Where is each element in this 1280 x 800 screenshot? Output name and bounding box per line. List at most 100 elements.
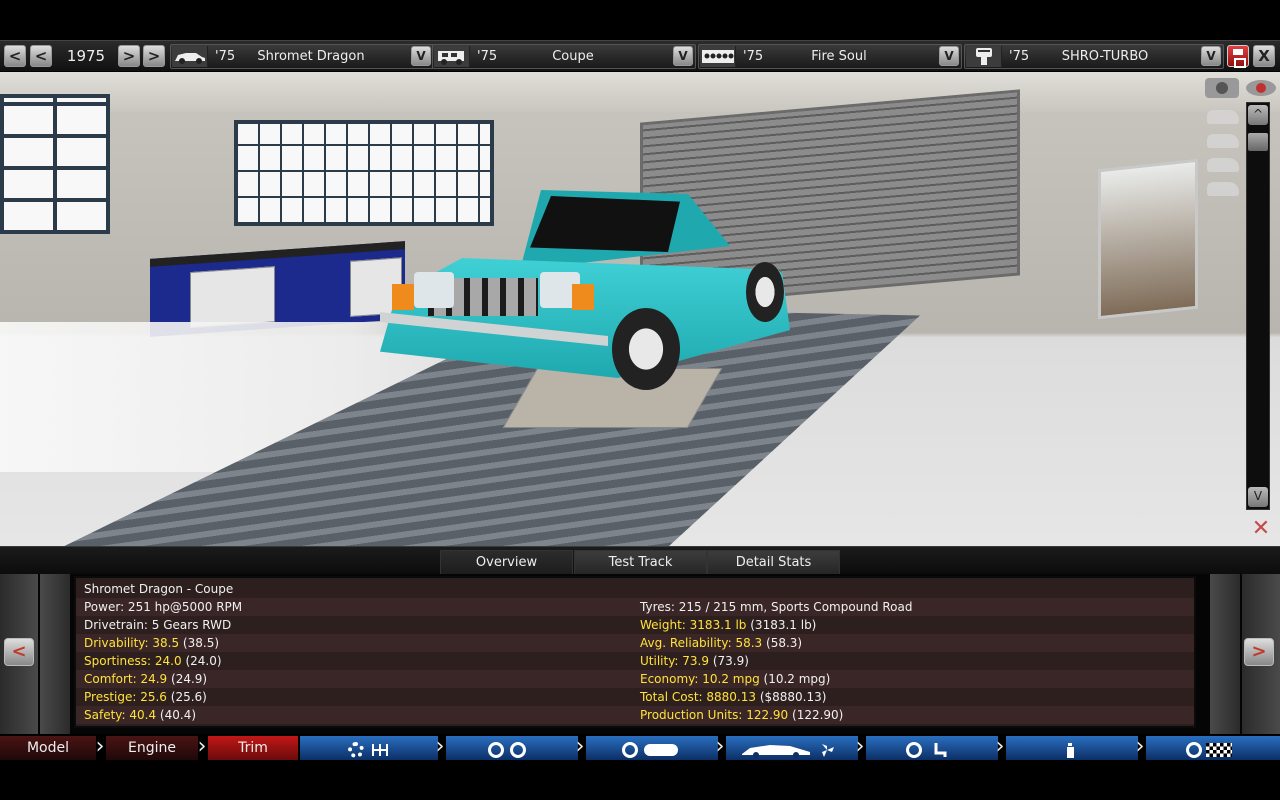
year-prev-far-button[interactable]: <	[4, 45, 26, 67]
step-chassis[interactable]	[586, 736, 718, 760]
engine-dropdown-button[interactable]: V	[939, 46, 959, 66]
steering-wheel-icon	[906, 742, 922, 758]
gauge-icon	[1186, 742, 1202, 758]
stat-economy: Economy: 10.2 mpg (10.2 mpg)	[640, 672, 831, 686]
car-3d-viewport[interactable]: ^ V ✕	[0, 72, 1280, 546]
tab-detail-stats[interactable]: Detail Stats	[707, 550, 840, 574]
stats-row: Power: 251 hp@5000 RPM Tyres: 215 / 215 …	[76, 598, 1194, 616]
stat-weight: Weight: 3183.1 lb (3183.1 lb)	[640, 618, 817, 632]
engine-selector[interactable]: '75 Fire Soul V	[698, 44, 962, 69]
gearshift-icon	[372, 744, 388, 756]
body-selector[interactable]: '75 Coupe V	[432, 44, 696, 69]
panel-side-left-inner	[40, 574, 70, 734]
garage-window-left	[0, 94, 110, 234]
reset-view-icon[interactable]: ✕	[1248, 516, 1274, 542]
scroll-thumb[interactable]	[1248, 133, 1268, 151]
step-trim[interactable]: Trim	[208, 736, 298, 760]
stats-row: Sportiness: 24.0 (24.0) Utility: 73.9 (7…	[76, 652, 1194, 670]
car-title: Shromet Dragon - Coupe	[84, 582, 234, 596]
design-steps-nav: Model › Engine › Trim › › › › › ›	[0, 734, 1280, 762]
step-gearbox[interactable]	[300, 736, 438, 760]
stats-row: Shromet Dragon - Coupe	[76, 580, 1194, 598]
car-indicator-right	[572, 284, 594, 310]
engine-block-icon	[700, 46, 736, 67]
garage-ceiling	[0, 72, 1280, 112]
garage-side-door	[1098, 158, 1198, 320]
step-suspension[interactable]	[446, 736, 578, 760]
car-silhouette-icon	[742, 745, 810, 758]
spray-can-icon	[1067, 743, 1074, 758]
model-name: Shromet Dragon	[257, 49, 365, 64]
year-prev-button[interactable]: <	[30, 45, 52, 67]
panel-side-right-inner	[1210, 574, 1240, 734]
car-body-icon	[434, 46, 470, 67]
stat-drivability: Drivability: 38.5 (38.5)	[84, 636, 220, 650]
checkered-flag-icon	[1206, 743, 1232, 757]
car-headlight-left	[414, 272, 454, 308]
car-designer-screen: < < 1975 > > '75 Shromet Dragon V '75 Co…	[0, 0, 1280, 800]
car-windshield	[530, 196, 680, 252]
viewport-scrollbar[interactable]: ^ V	[1246, 102, 1270, 510]
garage-window-center	[234, 120, 494, 226]
turbo-dropdown-button[interactable]: V	[1201, 46, 1221, 66]
scroll-down-button[interactable]: V	[1248, 487, 1268, 507]
body-name: Coupe	[552, 49, 594, 64]
turbo-name: SHRO-TURBO	[1061, 49, 1149, 64]
car-wheel-rear	[746, 262, 784, 322]
close-button[interactable]: X	[1253, 45, 1275, 67]
chassis-icon	[644, 744, 678, 756]
car-model-icon	[172, 46, 208, 67]
seat-icon	[934, 743, 947, 757]
stat-production-units: Production Units: 122.90 (122.90)	[640, 708, 844, 722]
model-selector[interactable]: '75 Shromet Dragon V	[170, 44, 434, 69]
save-icon[interactable]	[1227, 45, 1249, 68]
engine-year: '75	[743, 49, 764, 64]
panel-prev-button[interactable]: <	[4, 638, 34, 666]
step-fixtures[interactable]	[1006, 736, 1138, 760]
car-view-front-icon[interactable]	[1207, 110, 1239, 124]
turbo-selector[interactable]: '75 SHRO-TURBO V	[964, 44, 1224, 69]
gear-icon	[348, 742, 364, 758]
eye-icon[interactable]	[1246, 80, 1276, 96]
tab-overview[interactable]: Overview	[440, 550, 573, 574]
stat-prestige: Prestige: 25.6 (25.6)	[84, 690, 207, 704]
year-next-button[interactable]: >	[118, 45, 140, 67]
turbo-year: '75	[1009, 49, 1030, 64]
brake-icon	[622, 742, 638, 758]
stat-comfort: Comfort: 24.9 (24.9)	[84, 672, 208, 686]
stats-row: Safety: 40.4 (40.4) Production Units: 12…	[76, 706, 1194, 724]
step-interior[interactable]	[866, 736, 998, 760]
tab-test-track[interactable]: Test Track	[574, 550, 707, 574]
step-model[interactable]: Model	[0, 736, 96, 760]
step-aero[interactable]	[726, 736, 858, 760]
stat-utility: Utility: 73.9 (73.9)	[640, 654, 749, 668]
body-year: '75	[477, 49, 498, 64]
fan-icon	[822, 744, 834, 757]
year-next-far-button[interactable]: >	[143, 45, 165, 67]
car-indicator-left	[392, 284, 414, 310]
stats-row: Prestige: 25.6 (25.6) Total Cost: 8880.1…	[76, 688, 1194, 706]
car-view-side-icon[interactable]	[1207, 134, 1239, 148]
stats-row: Comfort: 24.9 (24.9) Economy: 10.2 mpg (…	[76, 670, 1194, 688]
step-engine[interactable]: Engine	[106, 736, 198, 760]
stat-total-cost: Total Cost: 8880.13 ($8880.13)	[640, 690, 827, 704]
body-dropdown-button[interactable]: V	[673, 46, 693, 66]
info-tabs: Overview Test Track Detail Stats	[0, 546, 1280, 574]
camera-icon[interactable]	[1205, 78, 1239, 98]
tyre-icon	[488, 742, 504, 758]
car-view-angle-icon[interactable]	[1207, 182, 1239, 196]
model-year: '75	[215, 49, 236, 64]
stat-tyres: Tyres: 215 / 215 mm, Sports Compound Roa…	[640, 600, 913, 614]
scroll-up-button[interactable]: ^	[1248, 105, 1268, 125]
year-display: 1975	[66, 47, 106, 65]
piston-icon	[966, 46, 1002, 67]
stats-table: Shromet Dragon - Coupe Power: 251 hp@500…	[74, 576, 1196, 728]
car-view-rear-icon[interactable]	[1207, 158, 1239, 172]
tyre-icon	[510, 742, 526, 758]
stat-reliability: Avg. Reliability: 58.3 (58.3)	[640, 636, 803, 650]
stat-drivetrain: Drivetrain: 5 Gears RWD	[84, 618, 232, 632]
panel-next-button[interactable]: >	[1244, 638, 1274, 666]
stats-row: Drivetrain: 5 Gears RWD Weight: 3183.1 l…	[76, 616, 1194, 634]
model-dropdown-button[interactable]: V	[411, 46, 431, 66]
step-finish[interactable]	[1146, 736, 1280, 760]
